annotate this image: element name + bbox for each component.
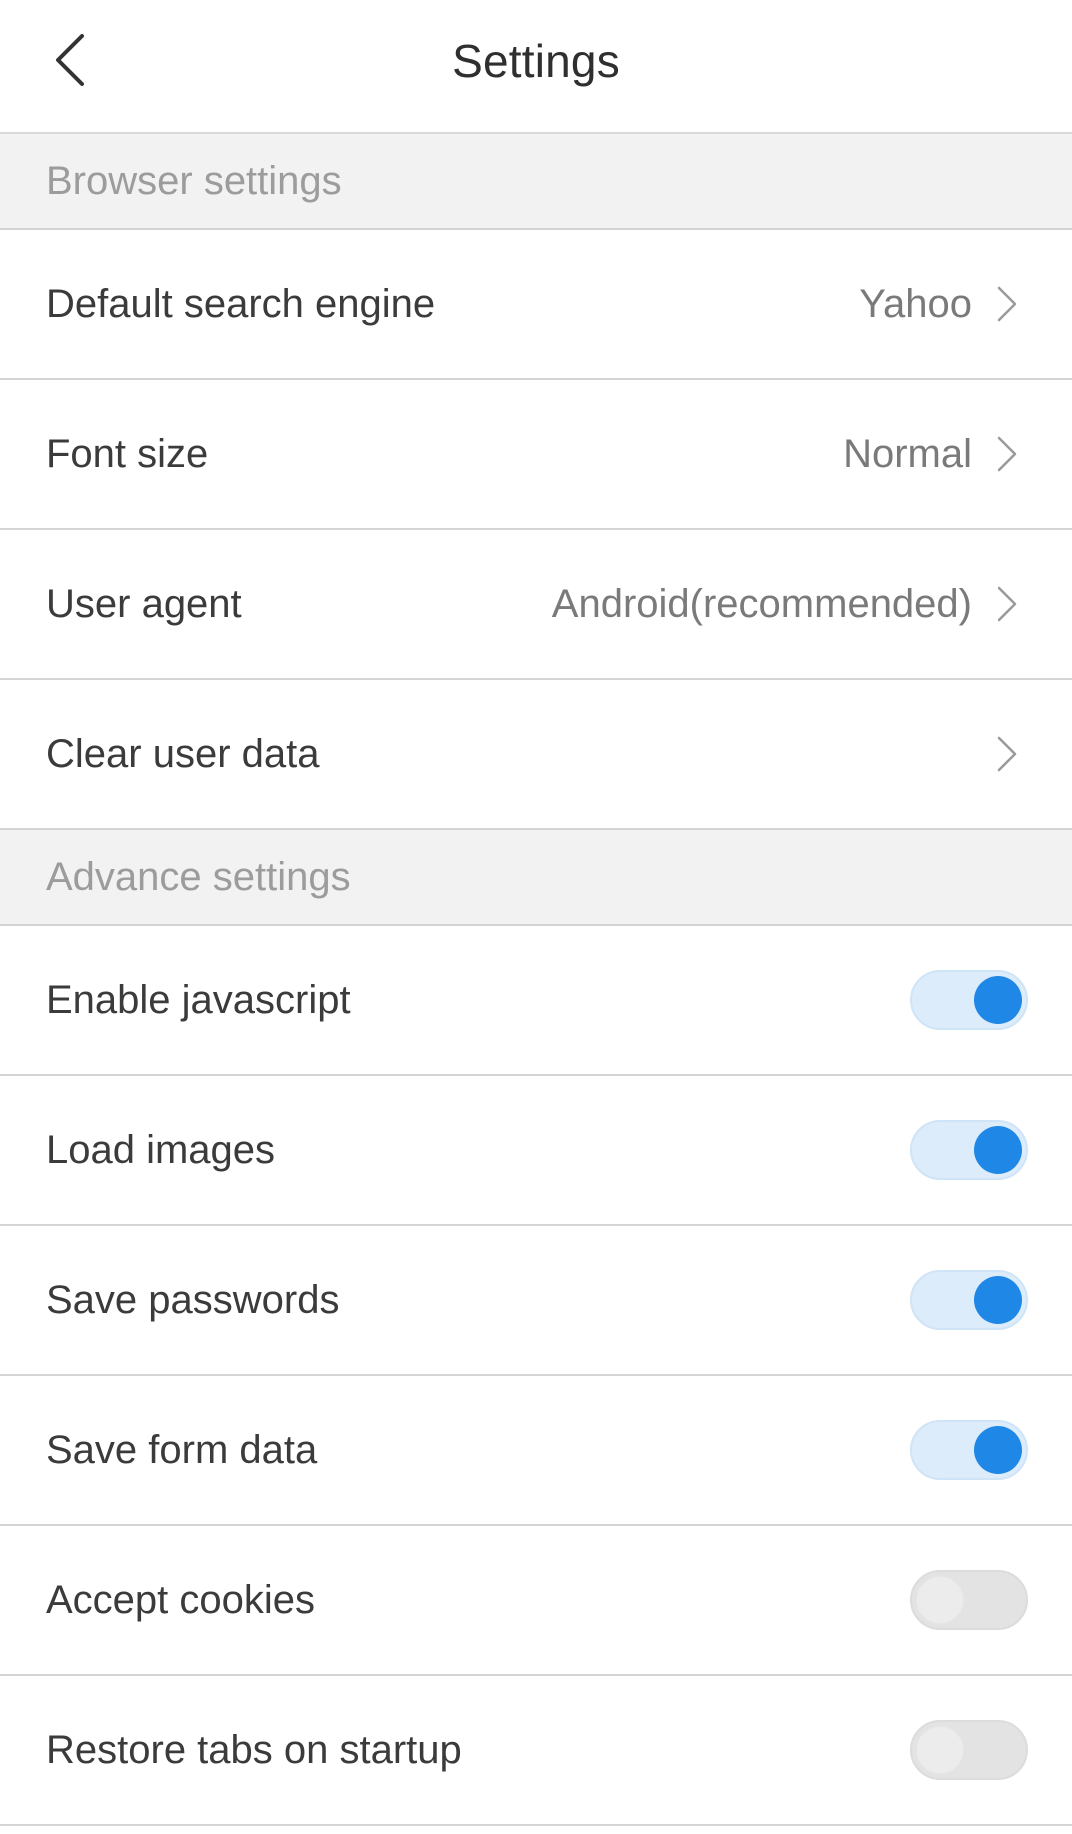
load-images-toggle[interactable] — [910, 1120, 1028, 1180]
setting-label: Restore tabs on startup — [46, 1727, 462, 1772]
enable-javascript-toggle[interactable] — [910, 970, 1028, 1030]
section-header-browser-settings: Browser settings — [0, 134, 1072, 230]
setting-label: Accept cookies — [46, 1577, 316, 1622]
settings-screen: Settings Browser settings Default search… — [0, 0, 1072, 1834]
setting-label: Default search engine — [46, 281, 436, 326]
app-bar: Settings — [0, 0, 1072, 134]
setting-row-font-size[interactable]: Font size Normal — [0, 380, 1072, 530]
setting-row-load-images: Load images — [0, 1076, 1072, 1226]
toggle-knob — [974, 976, 1022, 1024]
restore-tabs-on-startup-toggle[interactable] — [910, 1720, 1028, 1780]
toggle-knob — [916, 1576, 964, 1624]
save-passwords-toggle[interactable] — [910, 1270, 1028, 1330]
setting-label: Clear user data — [46, 731, 320, 776]
chevron-right-icon — [994, 734, 1020, 774]
setting-row-default-search-engine[interactable]: Default search engine Yahoo — [0, 230, 1072, 380]
save-form-data-toggle[interactable] — [910, 1420, 1028, 1480]
chevron-right-icon — [994, 284, 1020, 324]
setting-label: Font size — [46, 431, 209, 476]
chevron-right-icon — [994, 584, 1020, 624]
toggle-knob — [974, 1426, 1022, 1474]
setting-row-enable-javascript: Enable javascript — [0, 926, 1072, 1076]
toggle-knob — [916, 1726, 964, 1774]
setting-value: Normal — [843, 431, 972, 476]
toggle-knob — [974, 1126, 1022, 1174]
setting-row-save-form-data: Save form data — [0, 1376, 1072, 1526]
setting-row-clear-user-data[interactable]: Clear user data — [0, 680, 1072, 830]
setting-label: Load images — [46, 1127, 276, 1172]
setting-label: Save form data — [46, 1427, 318, 1472]
setting-label: Enable javascript — [46, 977, 351, 1022]
setting-row-restore-tabs-on-startup: Restore tabs on startup — [0, 1676, 1072, 1826]
chevron-right-icon — [994, 434, 1020, 474]
page-title: Settings — [452, 35, 620, 87]
setting-row-accept-cookies: Accept cookies — [0, 1526, 1072, 1676]
setting-row-save-passwords: Save passwords — [0, 1226, 1072, 1376]
setting-label: Save passwords — [46, 1277, 340, 1322]
setting-value: Android(recommended) — [551, 581, 972, 626]
setting-label: User agent — [46, 581, 242, 626]
section-header-advance-settings: Advance settings — [0, 830, 1072, 926]
setting-value: Yahoo — [859, 281, 972, 326]
accept-cookies-toggle[interactable] — [910, 1570, 1028, 1630]
setting-row-user-agent[interactable]: User agent Android(recommended) — [0, 530, 1072, 680]
toggle-knob — [974, 1276, 1022, 1324]
